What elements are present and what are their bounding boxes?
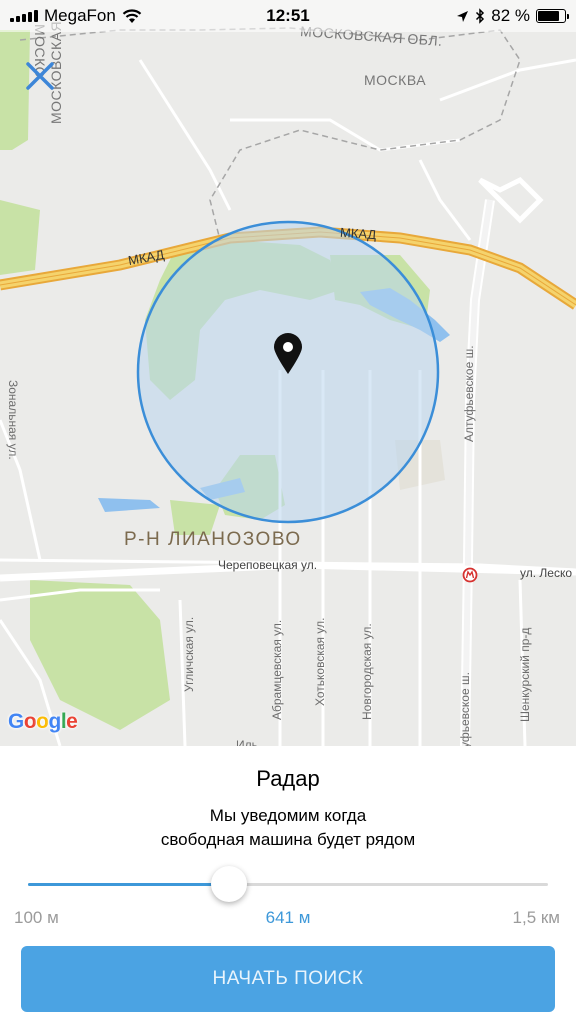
wifi-icon	[122, 8, 142, 23]
metro-icon	[462, 567, 478, 583]
radar-panel: Радар Мы уведомим когда свободная машина…	[0, 746, 576, 1024]
map-view[interactable]: МКАД МКАД МОСКВА МОСКОВСКАЯ ОБЛ. МОСКОВС…	[0, 0, 576, 746]
map-label-street: Зональная ул.	[6, 380, 20, 460]
map-label-street: Угличская ул.	[182, 616, 196, 692]
map-label-street: уфьевское ш.	[458, 672, 472, 746]
bluetooth-icon	[476, 8, 485, 24]
battery-fill	[538, 11, 560, 21]
status-left: MegaFon	[10, 6, 142, 26]
park-area	[30, 580, 170, 730]
status-right: 82 %	[456, 6, 569, 26]
panel-description-line: Мы уведомим когда	[209, 806, 367, 825]
google-logo: Google	[8, 710, 78, 733]
map-label-mkad: МКАД	[339, 224, 377, 243]
map-label-street: Шенкурский пр-д	[518, 627, 532, 722]
status-time: 12:51	[266, 6, 310, 25]
radius-slider[interactable]	[28, 866, 548, 902]
location-arrow-icon	[457, 10, 469, 22]
slider-value-label: 641 м	[265, 908, 311, 927]
panel-description: Мы уведомим когда свободная машина будет…	[0, 804, 576, 852]
altufyevskoe-road	[462, 199, 493, 746]
map-label-street: ул. Леско	[520, 566, 573, 580]
map-canvas	[0, 27, 576, 746]
slider-thumb[interactable]	[211, 866, 247, 902]
map-label-street: Иль	[236, 738, 258, 746]
map-label-street: Новгородская ул.	[360, 623, 374, 720]
park-area	[0, 200, 40, 275]
map-label-street: Алтуфьевское ш.	[462, 345, 476, 442]
slider-fill	[28, 883, 229, 886]
start-search-button[interactable]: НАЧАТЬ ПОИСК	[21, 946, 555, 1012]
panel-title: Радар	[256, 766, 320, 791]
water-area	[98, 498, 160, 512]
close-icon	[26, 62, 54, 90]
signal-icon	[10, 10, 38, 22]
map-label-street: Череповецкая ул.	[218, 558, 318, 572]
panel-description-line: свободная машина будет рядом	[160, 830, 416, 849]
map-label-street: Хотьковская ул.	[313, 617, 327, 706]
slider-max-label: 1,5 км	[512, 908, 560, 927]
close-button[interactable]	[22, 58, 58, 94]
carrier-name: MegaFon	[44, 6, 116, 25]
map-label-moscow: МОСКВА	[364, 72, 427, 88]
status-bar: MegaFon 12:51 82 %	[0, 0, 576, 32]
battery-percent: 82 %	[491, 6, 530, 25]
map-label-district: Р-Н ЛИАНОЗОВО	[124, 529, 302, 550]
battery-icon	[536, 9, 569, 23]
map-label-street: Абрамцевская ул.	[270, 619, 284, 720]
